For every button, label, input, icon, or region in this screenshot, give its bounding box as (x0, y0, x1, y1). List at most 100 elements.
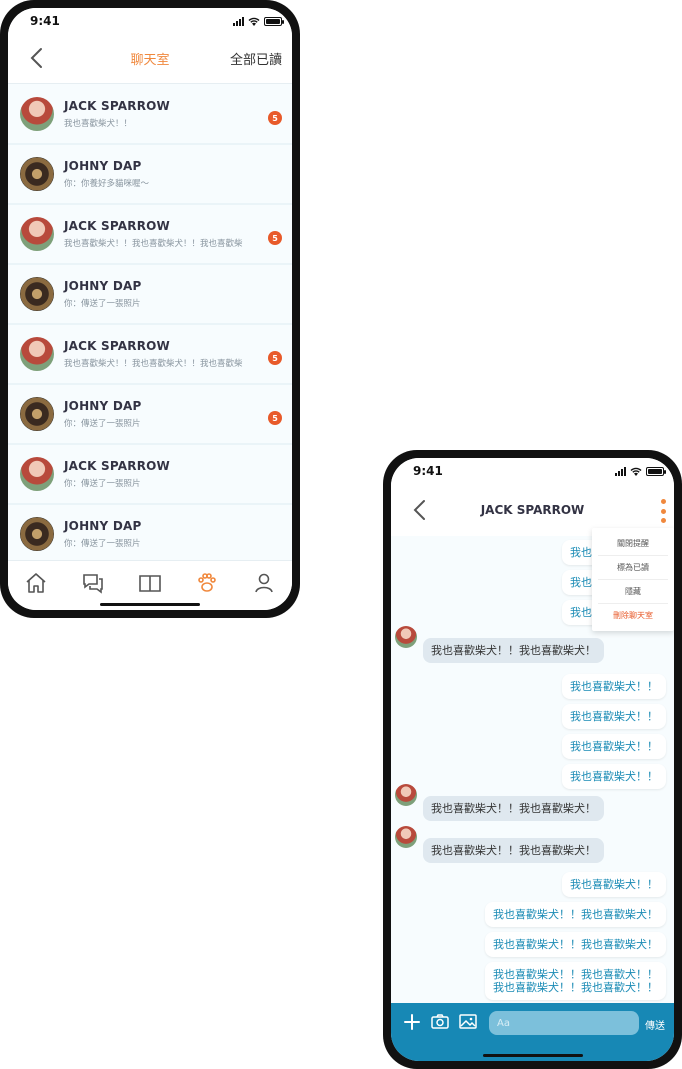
status-icons (233, 16, 284, 26)
chat-name: JOHNY DAP (64, 399, 142, 413)
outgoing-message: 我也喜歡柴犬！！ (562, 872, 666, 897)
chat-preview: 你：傳送了一張照片 (64, 539, 141, 549)
chat-text: JOHNY DAP 你：傳送了一張照片 (64, 519, 280, 549)
avatar (20, 517, 54, 551)
options-menu: 關閉提醒 標為已讀 隱藏 刪除聊天室 (592, 528, 674, 631)
chat-text: JOHNY DAP 你：傳送了一張照片 (64, 399, 280, 429)
status-time: 9:41 (413, 464, 443, 478)
avatar (395, 826, 417, 848)
unread-badge: 5 (268, 411, 282, 425)
avatar (395, 626, 417, 648)
chat-list-item[interactable]: JACK SPARROW 我也喜歡柴犬！！ 5 (8, 85, 292, 145)
chat-text: JOHNY DAP 你：你養好多貓咪喔～ (64, 159, 280, 189)
outgoing-message: 我也喜歡柴犬！！我也喜歡犬！！ 我也喜歡柴犬！！我也喜歡犬！！ (485, 962, 666, 1000)
page-title: 聊天室 (130, 53, 170, 68)
chat-list-item[interactable]: JACK SPARROW 我也喜歡柴犬！！我也喜歡柴犬！！我也喜歡柴 5 (8, 205, 292, 265)
chat-name: JOHNY DAP (64, 519, 142, 533)
avatar (20, 97, 54, 131)
mark-all-read-button[interactable]: 全部已讀 (230, 49, 282, 68)
book-icon[interactable] (138, 571, 162, 595)
incoming-message: 我也喜歡柴犬！！我也喜歡柴犬！ (423, 638, 604, 663)
image-icon[interactable] (457, 1011, 479, 1033)
status-icons (615, 466, 666, 476)
avatar (395, 784, 417, 806)
chat-preview: 我也喜歡柴犬！！ (64, 119, 133, 129)
wifi-icon (248, 17, 260, 26)
avatar (20, 397, 54, 431)
chat-list-item[interactable]: JOHNY DAP 你：你養好多貓咪喔～ (8, 145, 292, 205)
battery-icon (646, 466, 666, 476)
chat-list: JACK SPARROW 我也喜歡柴犬！！ 5 JOHNY DAP 你：你養好多貓咪喔～… (8, 85, 292, 560)
chat-list-header: 聊天室 全部已讀 (8, 34, 292, 84)
battery-icon (264, 16, 284, 26)
conversation-screen: 9:41 JACK SPARROW 我也喜歡柴犬！！我也喜歡柴犬！！我也喜歡柴犬… (391, 458, 674, 1061)
message-composer: 傳送 (391, 1003, 674, 1061)
chat-preview: 我也喜歡柴犬！！我也喜歡柴犬！！我也喜歡柴 (64, 239, 243, 249)
camera-icon[interactable] (429, 1011, 451, 1033)
chat-list-item[interactable]: JOHNY DAP 你：傳送了一張照片 (8, 505, 292, 560)
outgoing-message: 我也喜歡柴犬！！ (562, 674, 666, 699)
home-indicator (100, 603, 200, 606)
plus-icon[interactable] (401, 1011, 423, 1033)
chat-name: JOHNY DAP (64, 159, 142, 173)
chat-text: JACK SPARROW 我也喜歡柴犬！！我也喜歡柴犬！！我也喜歡柴 (64, 339, 280, 369)
chat-icon[interactable] (81, 571, 105, 595)
chat-preview: 你：傳送了一張照片 (64, 299, 141, 309)
chat-text: JACK SPARROW 你：傳送了一張照片 (64, 459, 280, 489)
chat-list-item[interactable]: JOHNY DAP 你：傳送了一張照片 (8, 265, 292, 325)
chat-list-item[interactable]: JACK SPARROW 我也喜歡柴犬！！我也喜歡柴犬！！我也喜歡柴 5 (8, 325, 292, 385)
home-indicator (482, 1054, 583, 1057)
status-bar: 9:41 (8, 8, 292, 34)
unread-badge: 5 (268, 351, 282, 365)
outgoing-message: 我也喜歡柴犬！！ (562, 704, 666, 729)
chat-name: JACK SPARROW (64, 99, 170, 113)
chat-preview: 我也喜歡柴犬！！我也喜歡柴犬！！我也喜歡柴 (64, 359, 243, 369)
menu-item[interactable]: 關閉提醒 (598, 532, 668, 556)
signal-icon (233, 16, 244, 26)
back-icon[interactable] (26, 44, 50, 72)
paw-icon[interactable] (195, 571, 219, 595)
outgoing-message: 我也喜歡柴犬！！ (562, 734, 666, 759)
unread-badge: 5 (268, 231, 282, 245)
unread-badge: 5 (268, 111, 282, 125)
avatar (20, 457, 54, 491)
outgoing-message: 我也喜歡柴犬！！ (562, 764, 666, 789)
chat-text: JACK SPARROW 我也喜歡柴犬！！我也喜歡柴犬！！我也喜歡柴 (64, 219, 280, 249)
chat-list-item[interactable]: JOHNY DAP 你：傳送了一張照片 5 (8, 385, 292, 445)
conversation-phone: 9:41 JACK SPARROW 我也喜歡柴犬！！我也喜歡柴犬！！我也喜歡柴犬… (383, 450, 682, 1069)
chat-text: JACK SPARROW 我也喜歡柴犬！！ (64, 99, 280, 129)
avatar (20, 337, 54, 371)
chat-name: JOHNY DAP (64, 279, 142, 293)
status-time: 9:41 (30, 14, 60, 28)
avatar (20, 277, 54, 311)
menu-item[interactable]: 隱藏 (598, 580, 668, 604)
chat-list-phone: 9:41 聊天室 全部已讀 JACK SPARROW 我也喜歡柴犬！！ 5 JOHNY… (0, 0, 300, 618)
menu-item[interactable]: 標為已讀 (598, 556, 668, 580)
message-input[interactable] (489, 1011, 639, 1035)
chat-preview: 你：傳送了一張照片 (64, 479, 141, 489)
chat-list-screen: 9:41 聊天室 全部已讀 JACK SPARROW 我也喜歡柴犬！！ 5 JOHNY… (8, 8, 292, 610)
menu-item[interactable]: 刪除聊天室 (598, 604, 668, 627)
avatar (20, 217, 54, 251)
chat-list-item[interactable]: JACK SPARROW 你：傳送了一張照片 (8, 445, 292, 505)
outgoing-message: 我也喜歡柴犬！！我也喜歡柴犬！ (485, 932, 666, 957)
send-button[interactable]: 傳送 (645, 1017, 665, 1032)
outgoing-message: 我也喜歡柴犬！！我也喜歡柴犬！ (485, 902, 666, 927)
avatar (20, 157, 54, 191)
wifi-icon (630, 467, 642, 476)
back-icon[interactable] (409, 496, 433, 524)
user-icon[interactable] (252, 571, 276, 595)
chat-name: JACK SPARROW (64, 339, 170, 353)
incoming-message: 我也喜歡柴犬！！我也喜歡柴犬！ (423, 796, 604, 821)
incoming-message: 我也喜歡柴犬！！我也喜歡柴犬！ (423, 838, 604, 863)
more-options-icon[interactable] (658, 499, 668, 523)
conversation-title: JACK SPARROW (480, 503, 585, 517)
chat-text: JOHNY DAP 你：傳送了一張照片 (64, 279, 280, 309)
signal-icon (615, 466, 626, 476)
chat-preview: 你：你養好多貓咪喔～ (64, 179, 150, 189)
chat-preview: 你：傳送了一張照片 (64, 419, 141, 429)
status-bar: 9:41 (391, 458, 674, 484)
home-icon[interactable] (24, 571, 48, 595)
chat-name: JACK SPARROW (64, 459, 170, 473)
chat-name: JACK SPARROW (64, 219, 170, 233)
